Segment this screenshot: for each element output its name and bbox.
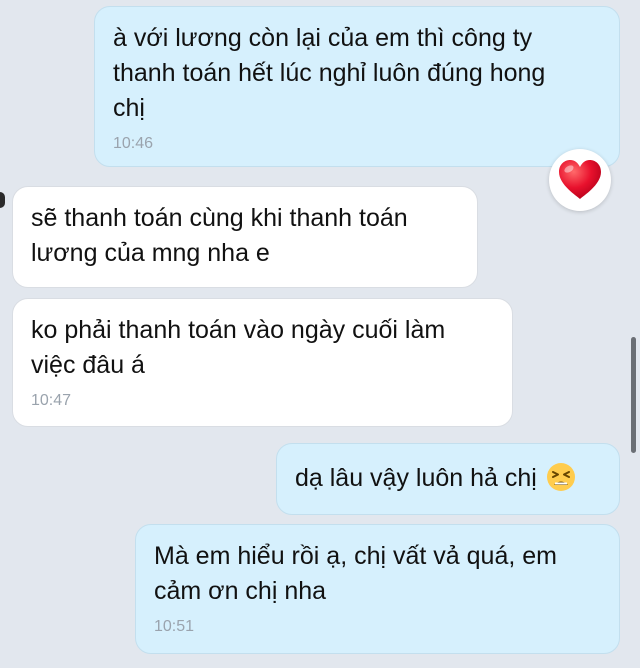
message-text: à với lương còn lại của em thì công ty t… bbox=[113, 24, 546, 122]
heart-reaction[interactable] bbox=[549, 149, 611, 211]
message-text: Mà em hiểu rồi ạ, chị vất vả quá, em cảm… bbox=[154, 542, 557, 605]
outgoing-message[interactable]: dạ lâu vậy luôn hả chị bbox=[276, 443, 620, 515]
message-timestamp: 10:51 bbox=[154, 618, 195, 635]
message-text: ko phải thanh toán vào ngày cuối làm việ… bbox=[31, 316, 446, 379]
message-timestamp: 10:46 bbox=[113, 135, 154, 152]
message-text: dạ lâu vậy luôn hả chị bbox=[295, 464, 537, 492]
message-text: sẽ thanh toán cùng khi thanh toán lương … bbox=[31, 204, 408, 267]
tired-face-emoji-icon bbox=[546, 463, 575, 491]
incoming-message[interactable]: sẽ thanh toán cùng khi thanh toán lương … bbox=[12, 186, 478, 288]
heart-icon bbox=[559, 160, 601, 199]
sender-avatar-edge bbox=[0, 192, 5, 208]
message-timestamp: 10:47 bbox=[31, 392, 72, 409]
incoming-message[interactable]: ko phải thanh toán vào ngày cuối làm việ… bbox=[12, 298, 513, 427]
outgoing-message[interactable]: Mà em hiểu rồi ạ, chị vất vả quá, em cảm… bbox=[135, 524, 620, 654]
chat-thread: à với lương còn lại của em thì công ty t… bbox=[0, 0, 640, 668]
scrollbar[interactable] bbox=[631, 337, 636, 453]
outgoing-message[interactable]: à với lương còn lại của em thì công ty t… bbox=[94, 6, 620, 167]
